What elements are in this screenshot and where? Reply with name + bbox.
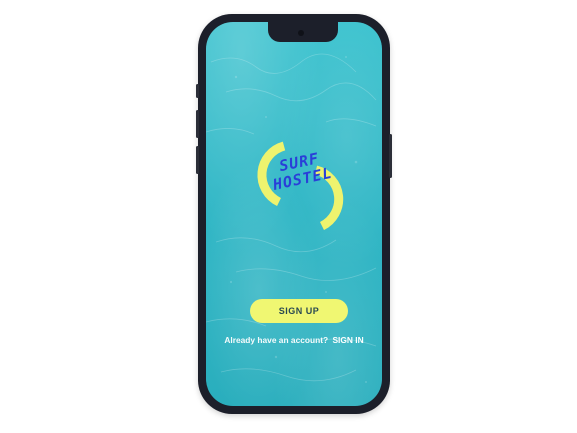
app-screen: SURF HOSTEL SIGN UP Already have an acco… bbox=[206, 22, 382, 406]
phone-frame: SURF HOSTEL SIGN UP Already have an acco… bbox=[196, 14, 392, 414]
sign-in-row: Already have an account? SIGN IN bbox=[206, 335, 382, 345]
sign-in-link[interactable]: SIGN IN bbox=[332, 335, 363, 345]
silent-switch bbox=[196, 84, 199, 98]
sign-in-prompt: Already have an account? bbox=[224, 335, 329, 345]
sign-up-button[interactable]: SIGN UP bbox=[250, 299, 348, 323]
volume-down-button bbox=[196, 146, 199, 174]
volume-up-button bbox=[196, 110, 199, 138]
front-camera bbox=[298, 30, 304, 36]
power-button bbox=[389, 134, 392, 178]
